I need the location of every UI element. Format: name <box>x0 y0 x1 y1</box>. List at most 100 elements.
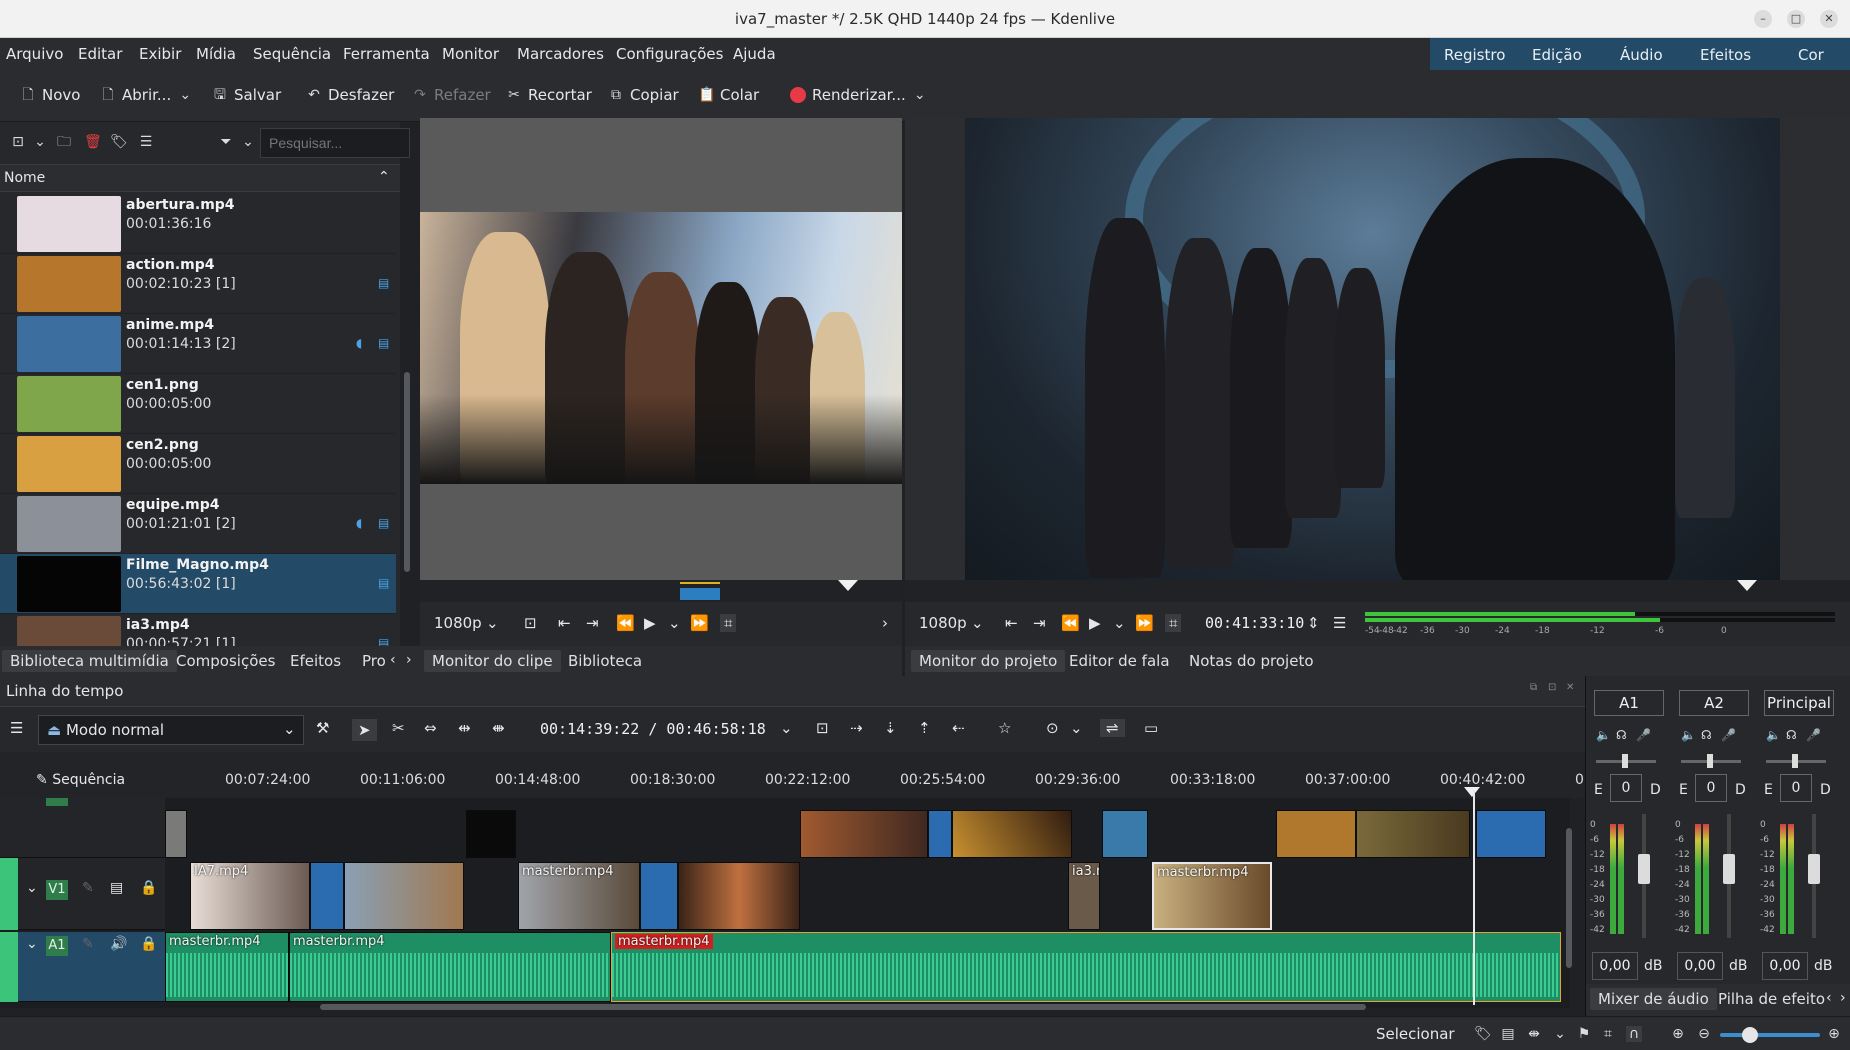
overwrite-icon[interactable]: ⇣ <box>884 719 897 737</box>
chevron-down-icon[interactable]: ⌄ <box>1552 1026 1568 1042</box>
zoom-fit-icon[interactable]: ⊕ <box>1670 1026 1686 1042</box>
fit-icon[interactable]: ⊡ <box>524 614 537 632</box>
timeline-clip[interactable] <box>165 810 187 858</box>
collapse-icon[interactable]: ⌄ <box>26 880 38 896</box>
timeline-clip[interactable]: masterbr.mp4 <box>1152 862 1272 930</box>
cut-tool-icon[interactable]: ✂ <box>392 719 405 737</box>
timeline-clip[interactable] <box>310 862 344 930</box>
timeline-clip[interactable]: ia3.r <box>1068 862 1100 930</box>
bin-clip-row[interactable]: abertura.mp4 00:01:36:16 <box>0 194 396 254</box>
volume-fader-handle[interactable] <box>1808 854 1820 884</box>
set-out-icon[interactable]: ⇥ <box>586 614 599 632</box>
magnet-icon[interactable]: ∩ <box>1626 1026 1642 1042</box>
menu-icon[interactable]: ☰ <box>10 719 23 737</box>
mixer-gain-input[interactable]: 0 <box>1780 774 1812 802</box>
timeline-audio-clip[interactable]: masterbr.mp4 <box>289 932 611 1002</box>
cut-button[interactable]: ✂ Recortar <box>506 86 592 104</box>
fast-forward-icon[interactable]: ⏩ <box>1135 614 1154 632</box>
menu-ajuda[interactable]: Ajuda <box>733 45 776 63</box>
track-header-v1[interactable]: ⌄ V1 ✎ ▤ 🔒 <box>0 858 165 930</box>
sequence-label[interactable]: ✎ Sequência <box>36 772 125 788</box>
speaker-icon[interactable]: 🔈 <box>1681 728 1696 742</box>
fast-forward-icon[interactable]: ⏩ <box>690 614 709 632</box>
tab-effect-stack[interactable]: Pilha de efeito <box>1710 988 1833 1010</box>
timeline-clip[interactable] <box>1476 810 1546 858</box>
tab-effects[interactable]: Efeitos <box>282 650 349 672</box>
timeline-clip[interactable]: masterbr.mp4 <box>518 862 640 930</box>
tracks-vertical-scrollbar[interactable] <box>1566 828 1572 968</box>
ripple-tool-icon[interactable]: ⇼ <box>492 719 505 737</box>
tab-project-notes[interactable]: Notas do projeto <box>1181 650 1322 672</box>
timeline-clip[interactable] <box>678 862 800 930</box>
sort-up-icon[interactable]: ⌃ <box>378 169 390 185</box>
menu-arquivo[interactable]: Arquivo <box>6 45 63 63</box>
timeline-clip[interactable] <box>952 810 1072 858</box>
favorite-icon[interactable]: ☆ <box>998 719 1011 737</box>
paste-button[interactable]: 📋 Colar <box>698 86 759 104</box>
razor-icon[interactable]: ⚒ <box>316 719 329 737</box>
workspace-edicao[interactable]: Edição <box>1532 46 1582 64</box>
timeline-clip[interactable] <box>800 810 928 858</box>
timeline-clip[interactable] <box>640 862 678 930</box>
pan-slider-handle[interactable] <box>1792 754 1798 768</box>
project-monitor[interactable] <box>905 118 1850 580</box>
dock-maximize-icon[interactable]: ⊡ <box>1548 682 1556 693</box>
rewind-icon[interactable]: ⏪ <box>616 614 635 632</box>
set-in-icon[interactable]: ⇤ <box>1005 614 1018 632</box>
menu-ferramenta[interactable]: Ferramenta <box>343 45 430 63</box>
speaker-icon[interactable]: 🔈 <box>1596 728 1611 742</box>
volume-fader-handle[interactable] <box>1723 854 1735 884</box>
chevron-down-icon[interactable]: ⌄ <box>668 614 681 632</box>
bin-clip-row[interactable]: cen2.png 00:00:05:00 <box>0 434 396 494</box>
timeline-ruler[interactable]: ✎ Sequência 00:07:24:00 00:11:06:00 00:14:… <box>0 752 1585 798</box>
workspace-cor[interactable]: Cor <box>1798 46 1824 64</box>
project-resolution-select[interactable]: 1080p <box>919 614 967 632</box>
tab-compositions[interactable]: Composições <box>168 650 283 672</box>
save-button[interactable]: 🖫 Salvar <box>212 86 281 104</box>
bin-scrollbar[interactable] <box>404 372 410 572</box>
timeline-clip[interactable]: IA7.mp4 <box>190 862 310 930</box>
mixer-channel-name[interactable]: A2 <box>1679 690 1749 716</box>
tab-library[interactable]: Biblioteca <box>560 650 650 672</box>
pen-icon[interactable]: ✎ <box>82 880 94 896</box>
headphones-icon[interactable]: ☊ <box>1701 728 1712 742</box>
menu-exibir[interactable]: Exibir <box>139 45 181 63</box>
tab-clip-monitor[interactable]: Monitor do clipe <box>424 650 561 672</box>
chevron-down-icon[interactable]: ⌄ <box>971 614 984 632</box>
chevron-down-icon[interactable]: ⌄ <box>486 614 499 632</box>
minimize-icon[interactable]: – <box>1754 10 1772 28</box>
tab-audio-mixer[interactable]: Mixer de áudio <box>1590 988 1717 1010</box>
set-out-icon[interactable]: ⇥ <box>1033 614 1046 632</box>
zoom-in-icon[interactable]: ⊕ <box>1826 1026 1842 1042</box>
pan-slider-handle[interactable] <box>1707 754 1713 768</box>
chevron-right-icon[interactable]: › <box>882 614 888 632</box>
menu-icon[interactable]: ☰ <box>1333 614 1346 632</box>
headphones-icon[interactable]: ☊ <box>1616 728 1627 742</box>
clip-resolution-select[interactable]: 1080p <box>434 614 482 632</box>
zoom-out-icon[interactable]: ⊖ <box>1696 1026 1712 1042</box>
clip-monitor-ruler[interactable] <box>420 580 902 602</box>
timeline-clip[interactable] <box>1276 810 1356 858</box>
snap-icon[interactable]: ⇼ <box>1526 1026 1542 1042</box>
playhead-marker[interactable] <box>838 580 858 591</box>
subtitle-icon[interactable]: ▭ <box>1144 719 1158 737</box>
microphone-icon[interactable]: 🎤 <box>1806 728 1821 742</box>
timeline-clip[interactable] <box>466 810 516 858</box>
delete-icon[interactable]: 🗑 <box>84 134 102 150</box>
chevron-down-icon[interactable]: ⌄ <box>912 87 928 103</box>
film-icon[interactable]: ▤ <box>110 880 123 896</box>
chevron-down-icon[interactable]: ⌄ <box>1070 719 1083 737</box>
microphone-icon[interactable]: 🎤 <box>1636 728 1651 742</box>
chevron-down-icon[interactable]: ⌄ <box>32 134 48 150</box>
zone-marker[interactable] <box>680 588 720 600</box>
zoom-slider-handle[interactable] <box>1742 1027 1758 1043</box>
pan-slider-handle[interactable] <box>1622 754 1628 768</box>
timeline-scrollbar[interactable] <box>320 1004 1366 1010</box>
dock-float-icon[interactable]: ⧉ <box>1530 682 1537 693</box>
menu-icon[interactable]: ☰ <box>138 134 154 150</box>
mixer-channel-name[interactable]: Principal <box>1764 690 1834 716</box>
timeline-playhead[interactable] <box>1473 790 1475 1005</box>
open-button[interactable]: 🗋 Abrir... ⌄ <box>100 86 193 104</box>
timeline-clip[interactable] <box>928 810 952 858</box>
fit-zoom-icon[interactable]: ⌗ <box>1600 1026 1616 1042</box>
